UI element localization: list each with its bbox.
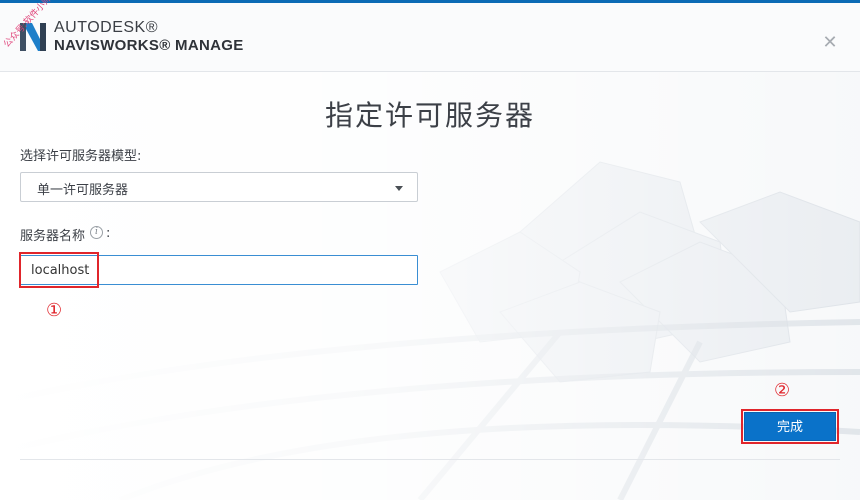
close-icon[interactable]: ✕ <box>821 34 839 52</box>
header: AUTODESK® NAVISWORKS® MANAGE 公众号:软件小帅 ✕ <box>0 0 860 72</box>
annotation-marker-2: ② <box>774 380 791 401</box>
background-architecture-image <box>0 72 860 500</box>
info-icon[interactable]: i <box>90 226 103 239</box>
annotation-box-2 <box>741 409 839 444</box>
brand-autodesk: AUTODESK® <box>54 19 159 36</box>
server-model-label: 选择许可服务器模型: <box>20 149 142 164</box>
chevron-down-icon <box>395 186 403 191</box>
footer-divider <box>20 459 840 460</box>
brand-product-name: NAVISWORKS® MANAGE <box>54 37 244 54</box>
server-model-value: 单一许可服务器 <box>37 183 129 198</box>
annotation-box-1 <box>19 252 99 288</box>
annotation-marker-1: ① <box>46 300 63 321</box>
server-model-select[interactable]: 单一许可服务器 <box>20 172 418 202</box>
server-name-label: 服务器名称 <box>20 229 86 244</box>
server-name-colon: : <box>106 226 111 241</box>
page-title: 指定许可服务器 <box>324 99 535 132</box>
